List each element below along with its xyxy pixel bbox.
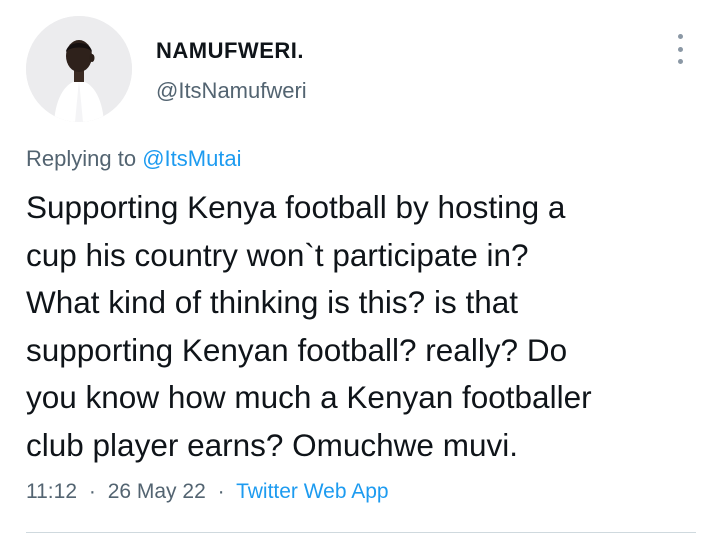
avatar[interactable] <box>26 16 132 122</box>
tweet-meta: 11:12 · 26 May 22 · Twitter Web App <box>26 480 389 504</box>
meta-separator: · <box>217 480 225 503</box>
tweet-time-link[interactable]: 11:12 <box>26 480 77 503</box>
author-display-name[interactable]: NAMUFWERI. <box>156 38 304 64</box>
tweet-date-link[interactable]: 26 May 22 <box>108 480 206 503</box>
avatar-photo <box>26 16 132 122</box>
replying-to-line: Replying to @ItsMutai <box>26 146 242 172</box>
meta-separator: · <box>88 480 96 503</box>
tweet-text: Supporting Kenya football by hosting a c… <box>26 189 592 463</box>
author-handle[interactable]: @ItsNamufweri <box>156 78 307 104</box>
divider <box>26 532 696 533</box>
more-dot <box>677 46 683 52</box>
tweet-card: NAMUFWERI. @ItsNamufweri Replying to @It… <box>0 0 720 538</box>
replying-to-label: Replying to <box>26 146 143 171</box>
more-vertical-icon[interactable] <box>668 34 692 64</box>
more-dot <box>677 34 683 39</box>
more-dot <box>677 59 683 64</box>
tweet-source-link[interactable]: Twitter Web App <box>236 480 389 503</box>
replying-to-handle-link[interactable]: @ItsMutai <box>142 146 241 171</box>
